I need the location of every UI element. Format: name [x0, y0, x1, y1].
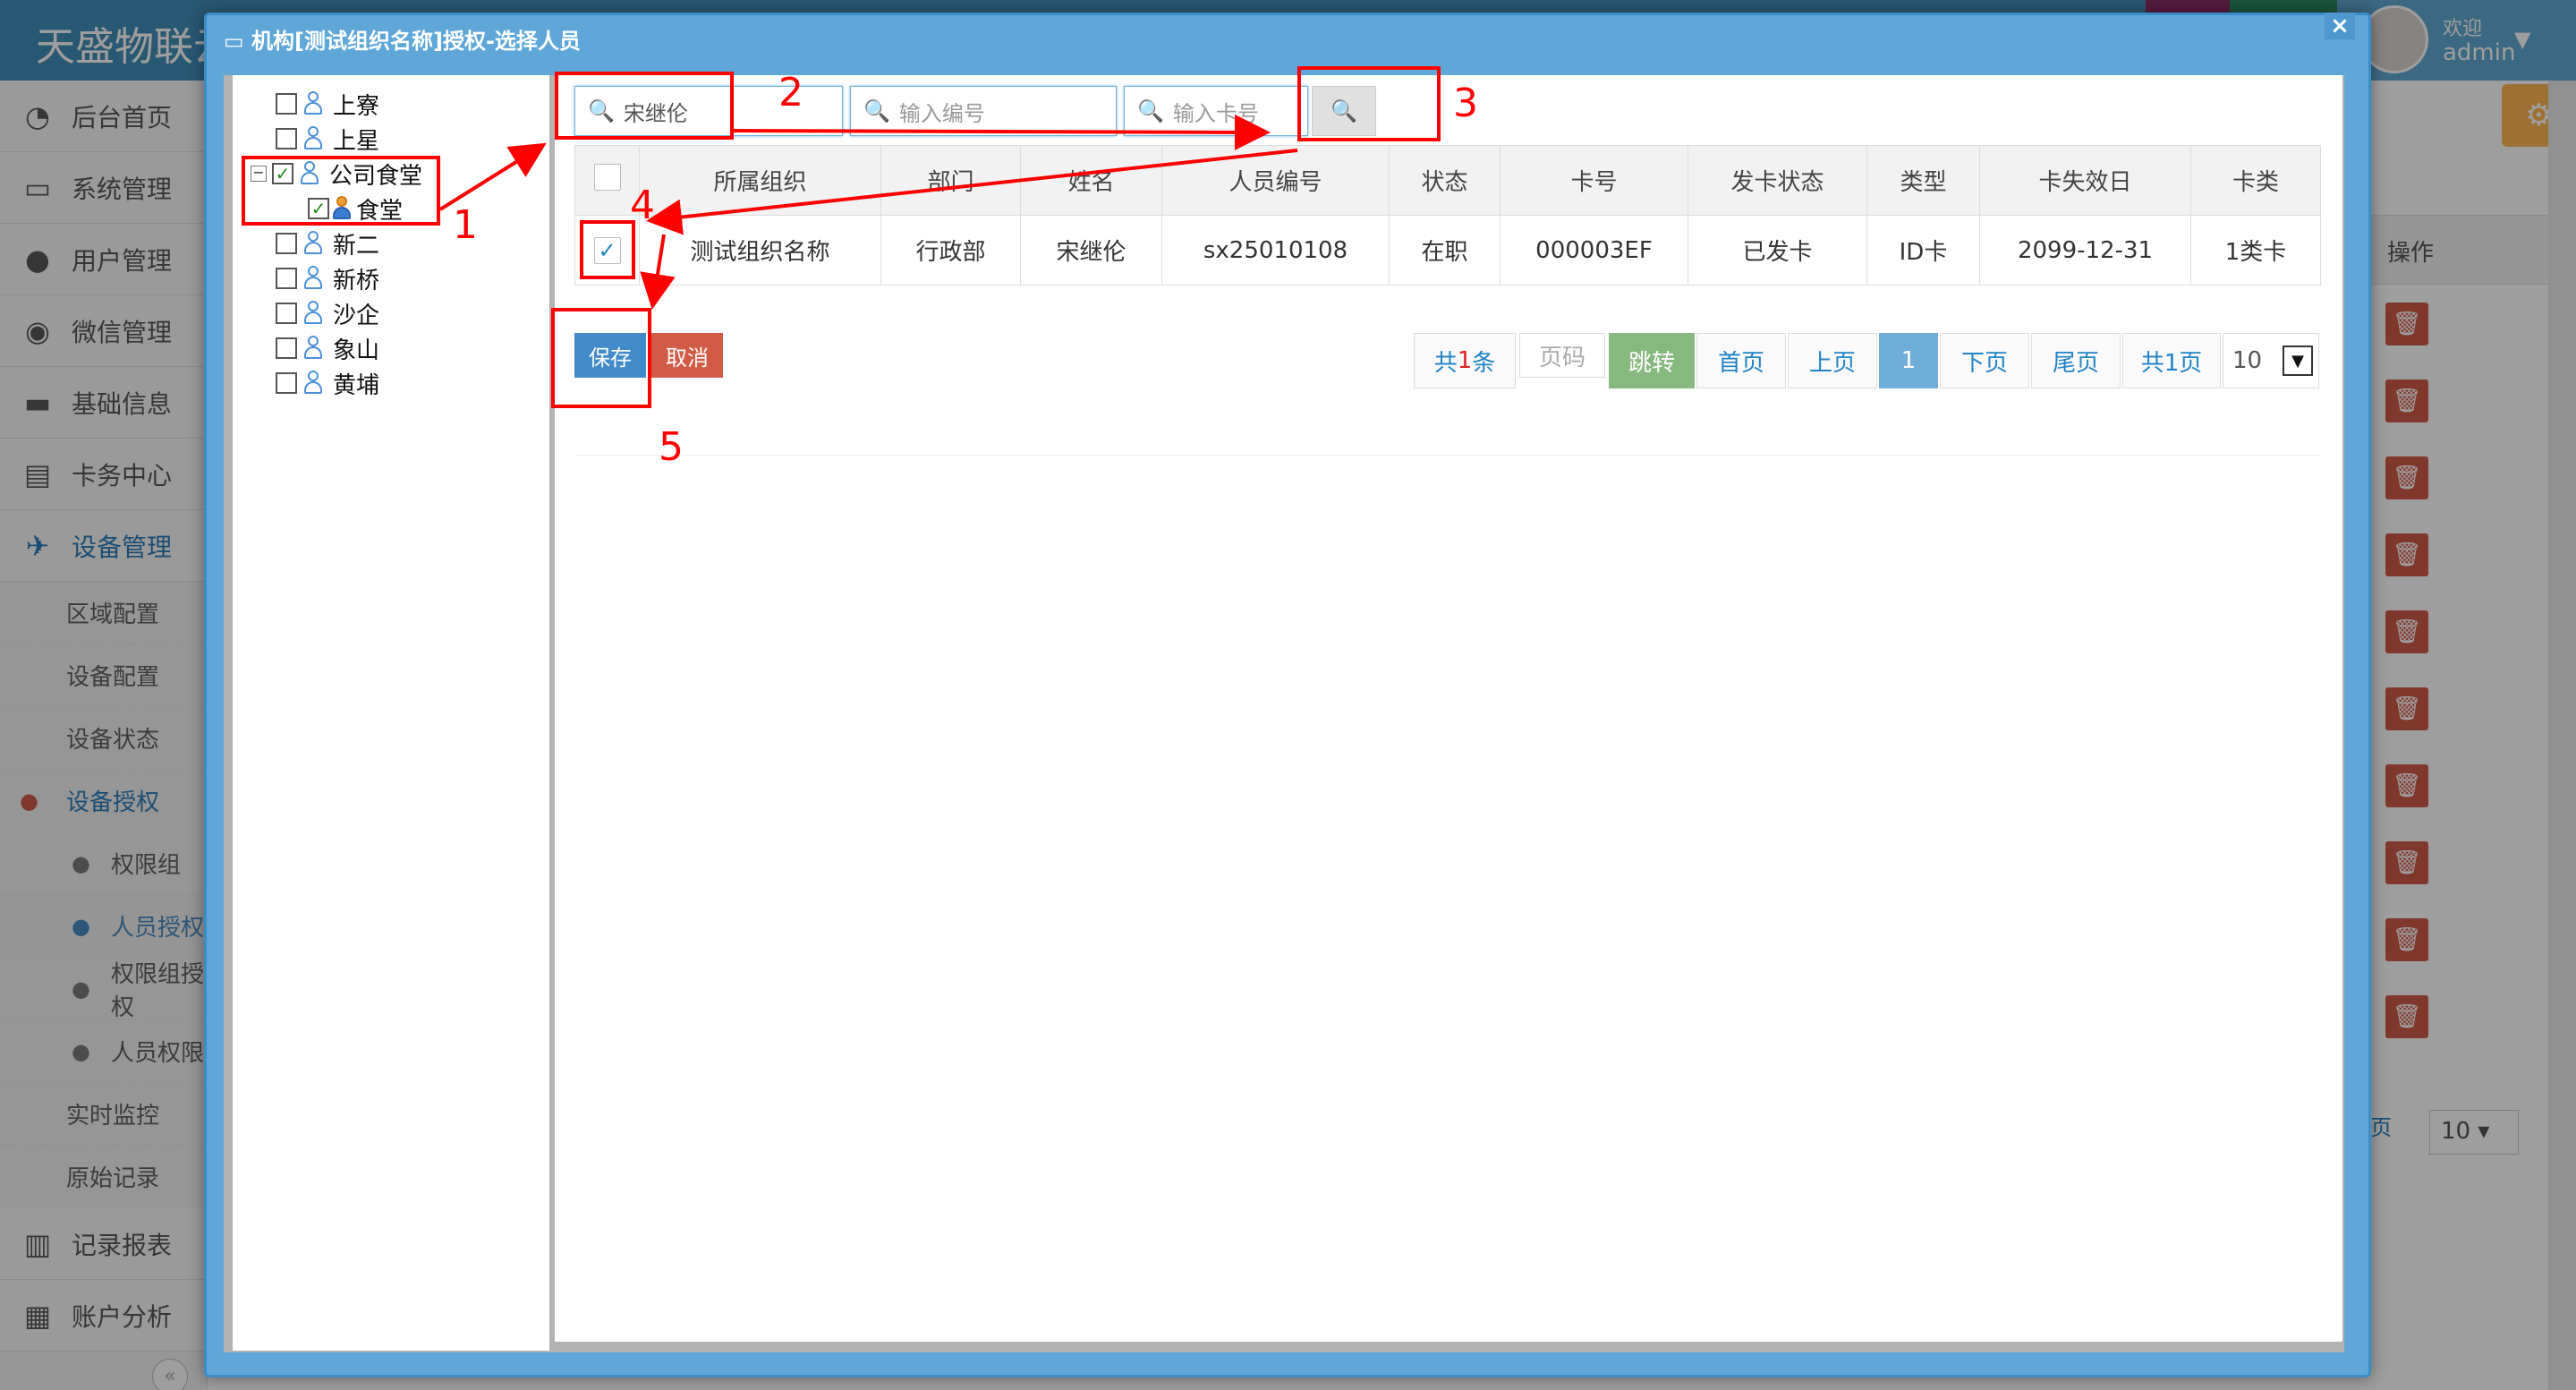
- arrow-button-to-checkbox: [646, 149, 1298, 235]
- annotation-arrows: [438, 114, 1298, 310]
- arrow-checkbox-to-save: [640, 234, 676, 310]
- arrow-input-to-search-button: [733, 114, 1271, 150]
- arrow-tree-to-search: [438, 142, 547, 211]
